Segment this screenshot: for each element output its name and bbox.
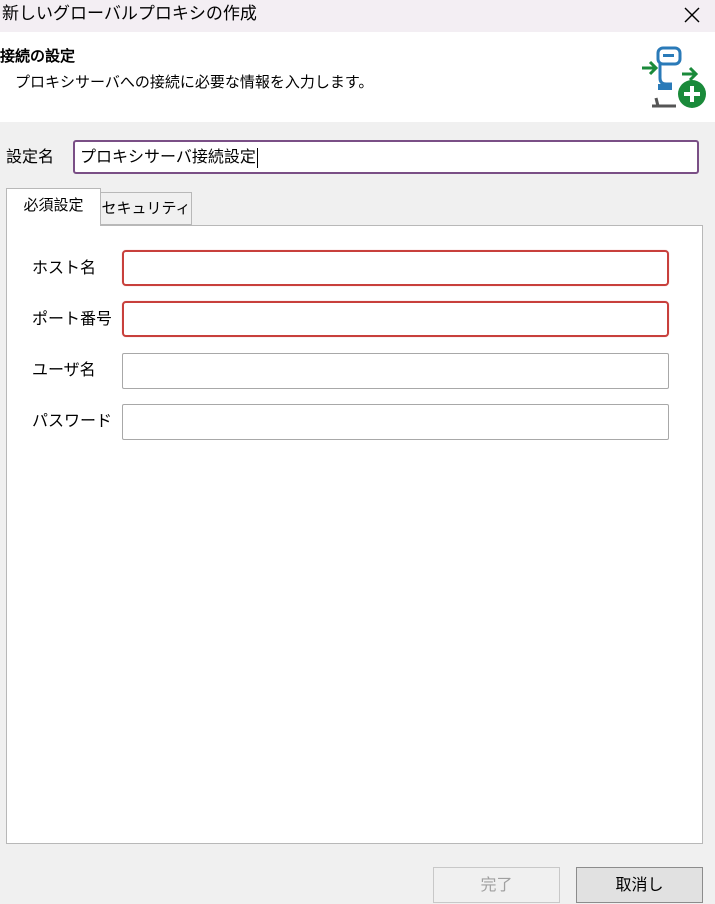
cancel-button[interactable]: 取消し [576, 867, 703, 903]
password-input[interactable] [122, 404, 669, 440]
host-name-input[interactable] [122, 250, 669, 286]
tab-required-settings[interactable]: 必須設定 [6, 188, 101, 226]
text-caret [256, 147, 258, 168]
user-name-input[interactable] [122, 353, 669, 389]
setting-name-value: プロキシサーバ接続設定 [80, 147, 256, 166]
tab-security[interactable]: セキュリティ [101, 192, 192, 225]
port-number-label: ポート番号 [32, 309, 113, 328]
dialog-window: 新しいグローバルプロキシの作成 接続の設定 プロキシサーバへの接続に必要な情報を… [0, 0, 715, 904]
host-name-label: ホスト名 [32, 258, 97, 277]
close-icon [684, 7, 700, 23]
setting-name-label: 設定名 [6, 147, 55, 166]
page-heading: 接続の設定 [0, 47, 76, 65]
setting-name-input[interactable]: プロキシサーバ接続設定 [73, 140, 699, 174]
port-number-input[interactable] [122, 301, 669, 337]
proxy-add-icon [642, 46, 706, 108]
header-banner: 接続の設定 プロキシサーバへの接続に必要な情報を入力します。 [0, 32, 715, 122]
finish-button[interactable]: 完了 [433, 867, 560, 903]
close-button[interactable] [669, 0, 715, 32]
page-description: プロキシサーバへの接続に必要な情報を入力します。 [15, 73, 374, 91]
password-label: パスワード [32, 411, 113, 430]
title-bar: 新しいグローバルプロキシの作成 [0, 0, 715, 32]
user-name-label: ユーザ名 [32, 360, 96, 379]
window-title: 新しいグローバルプロキシの作成 [2, 4, 257, 24]
